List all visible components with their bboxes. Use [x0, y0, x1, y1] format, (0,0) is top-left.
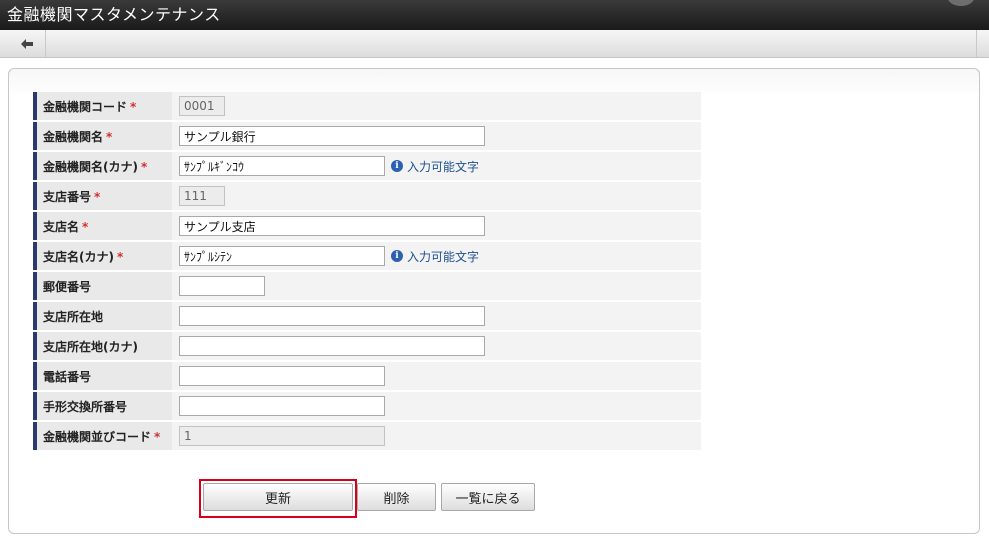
required-mark: * — [94, 189, 101, 204]
postal-code-field[interactable] — [179, 276, 265, 296]
delete-button[interactable]: 削除 — [357, 483, 436, 511]
back-to-list-button[interactable]: 一覧に戻る — [441, 483, 535, 511]
field-label: 郵便番号 — [33, 272, 172, 300]
row-branch-address-kana: 支店所在地(カナ) — [33, 332, 701, 360]
window-control — [947, 0, 975, 6]
row-postal-code: 郵便番号 — [33, 272, 701, 300]
row-bank-code: 金融機関コード * — [33, 92, 701, 120]
title-bar: 金融機関マスタメンテナンス — [0, 0, 989, 30]
required-mark: * — [106, 129, 113, 144]
field-label: 手形交換所番号 — [33, 392, 172, 420]
sort-code-field — [179, 426, 385, 446]
field-label: 金融機関並びコード * — [33, 422, 172, 450]
clearing-house-number-field[interactable] — [179, 396, 385, 416]
allowed-chars-link[interactable]: i 入力可能文字 — [391, 158, 479, 175]
row-bank-name-kana: 金融機関名(カナ)* i入力可能文字 — [33, 152, 701, 180]
bank-code-field — [179, 96, 225, 116]
row-branch-name: 支店名 * — [33, 212, 701, 240]
row-branch-number: 支店番号 * — [33, 182, 701, 210]
required-mark: * — [154, 429, 161, 444]
branch-name-field[interactable] — [179, 216, 485, 236]
left-arrow-icon — [20, 38, 34, 50]
field-label: 支店所在地(カナ) — [33, 332, 172, 360]
toolbar — [0, 30, 989, 58]
bank-master-form: 金融機関コード* 金融機関名* 金融機関名(カナ)* i入力可能文字 支店番号*… — [33, 90, 701, 452]
row-clearing-house-number: 手形交換所番号 — [33, 392, 701, 420]
bank-name-field[interactable] — [179, 126, 485, 146]
required-mark: * — [82, 219, 89, 234]
row-sort-code: 金融機関並びコード * — [33, 422, 701, 450]
field-label: 電話番号 — [33, 362, 172, 390]
allowed-chars-link[interactable]: i 入力可能文字 — [391, 248, 479, 265]
branch-name-kana-field[interactable] — [179, 246, 385, 266]
branch-address-field[interactable] — [179, 306, 485, 326]
field-label: 支店番号 * — [33, 182, 172, 210]
phone-number-field[interactable] — [179, 366, 385, 386]
field-label: 支店名(カナ) * — [33, 242, 172, 270]
required-mark: * — [116, 249, 124, 264]
update-button[interactable]: 更新 — [203, 483, 353, 511]
field-label: 支店所在地 — [33, 302, 172, 330]
required-mark: * — [140, 159, 148, 174]
field-label: 金融機関名 * — [33, 122, 172, 150]
row-branch-address: 支店所在地 — [33, 302, 701, 330]
bank-name-kana-field[interactable] — [179, 156, 385, 176]
toolbar-divider — [976, 30, 977, 57]
info-icon: i — [391, 250, 403, 262]
row-branch-name-kana: 支店名(カナ)* i入力可能文字 — [33, 242, 701, 270]
field-label: 金融機関コード * — [33, 92, 172, 120]
info-icon: i — [391, 160, 403, 172]
required-mark: * — [130, 99, 137, 114]
field-label: 支店名 * — [33, 212, 172, 240]
branch-number-field — [179, 186, 225, 206]
branch-address-kana-field[interactable] — [179, 336, 485, 356]
window-title: 金融機関マスタメンテナンス — [7, 5, 221, 24]
row-phone-number: 電話番号 — [33, 362, 701, 390]
field-label: 金融機関名(カナ) * — [33, 152, 172, 180]
back-button[interactable] — [8, 30, 46, 57]
row-bank-name: 金融機関名 * — [33, 122, 701, 150]
